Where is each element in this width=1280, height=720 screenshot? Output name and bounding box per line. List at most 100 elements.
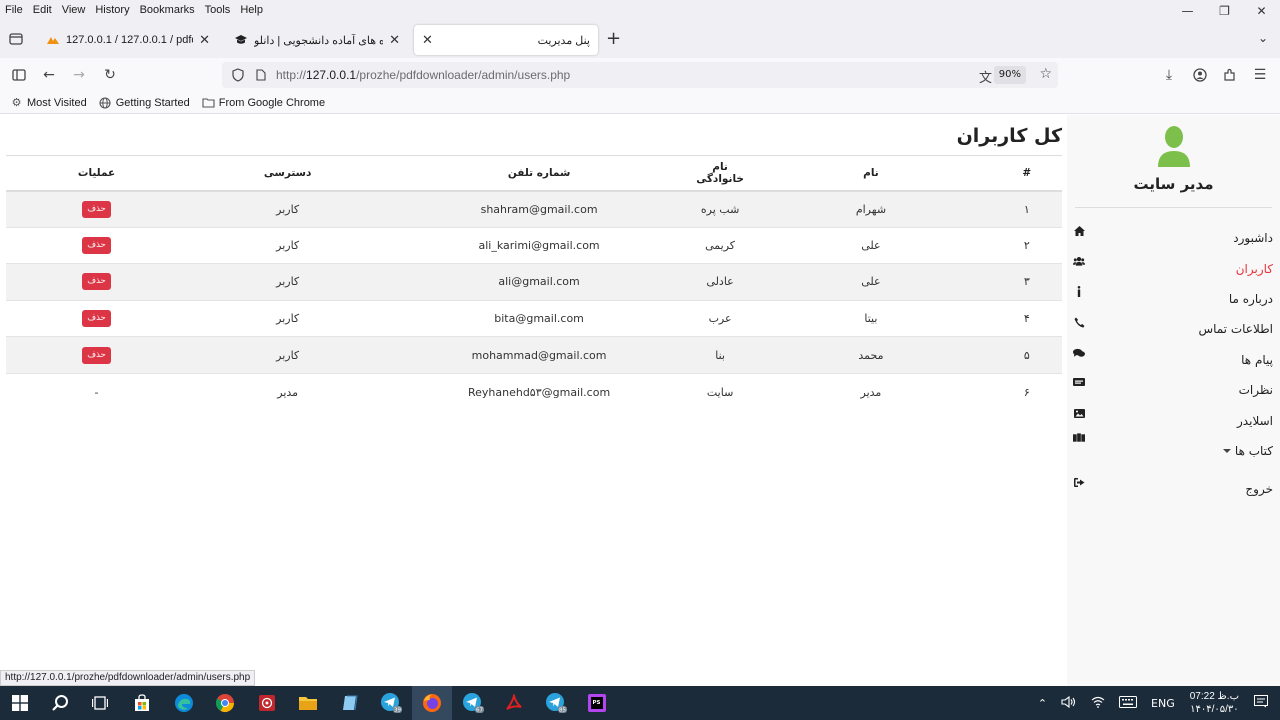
sidebar-item-contact[interactable]: اطلاعات تماس (1067, 314, 1280, 344)
volume-icon[interactable] (1061, 695, 1077, 711)
keyboard-icon[interactable] (1119, 695, 1138, 711)
notepad-icon[interactable] (330, 686, 370, 720)
notification-icon[interactable] (1254, 695, 1268, 711)
sidebar-item-dashboard[interactable]: داشبورد (1067, 223, 1280, 253)
tab-close-icon[interactable]: ✕ (389, 32, 400, 48)
minimize-icon[interactable]: — (1169, 0, 1206, 22)
sidebar-item-books[interactable]: کتاب ها (1067, 433, 1280, 466)
sidebar-item-users[interactable]: کاربران (1067, 253, 1280, 283)
delete-button[interactable]: حذف (82, 273, 111, 291)
telegram-icon[interactable]: 39 (371, 686, 411, 720)
bookmark-getting-started[interactable]: Getting Started (99, 96, 190, 109)
telegram-icon-3[interactable]: 85 (536, 686, 576, 720)
chevron-up-icon[interactable]: ⌃ (1038, 697, 1047, 710)
tab-student-projects[interactable]: پروژه های آماده دانشجویی | دانلو ✕ (226, 25, 408, 55)
tab-phpmyadmin[interactable]: 127.0.0.1 / 127.0.0.1 / pdfdownl ✕ (38, 25, 218, 55)
menu-tools[interactable]: Tools (205, 4, 231, 16)
app-red-icon[interactable] (247, 686, 287, 720)
cell-access: کاربر (187, 263, 389, 301)
bookmarks-toolbar: ⚙ Most Visited Getting Started From Goog… (0, 92, 1280, 114)
delete-button[interactable]: حذف (82, 310, 111, 328)
sidebar-item-label: درباره ما (1228, 291, 1273, 306)
chevron-down-icon[interactable]: ⌄ (1258, 31, 1268, 45)
maximize-icon[interactable]: ❐ (1206, 0, 1243, 22)
cell-operations: حذف (6, 226, 188, 264)
menu-help[interactable]: Help (240, 4, 263, 16)
sidebar-item-logout[interactable]: خروج (1067, 474, 1280, 504)
tab-admin-panel[interactable]: پنل مدیریت ✕ (414, 25, 598, 55)
cell-number: ۱ (991, 190, 1062, 228)
telegram-icon-2[interactable]: 67 (453, 686, 493, 720)
forward-icon[interactable]: → (70, 66, 88, 84)
tab-title: پنل مدیریت (537, 34, 590, 47)
language-indicator[interactable]: ENG (1151, 697, 1175, 710)
tab-close-icon[interactable]: ✕ (199, 32, 210, 48)
store-icon[interactable] (122, 686, 162, 720)
close-icon[interactable]: ✕ (1243, 0, 1280, 22)
url-bar[interactable]: http://127.0.0.1/prozhe/pdfdownloader/ad… (222, 62, 1058, 88)
menu-bookmarks[interactable]: Bookmarks (140, 4, 195, 16)
new-tab-icon[interactable]: + (606, 29, 621, 49)
menu-view[interactable]: View (62, 4, 86, 16)
sidebar-item-comments[interactable]: نظرات (1067, 375, 1280, 405)
menu-file[interactable]: File (5, 4, 23, 16)
svg-text:PS: PS (593, 700, 601, 706)
delete-button[interactable]: حذف (82, 200, 111, 218)
phpstorm-icon[interactable]: PS (577, 686, 617, 720)
sidebar-toggle-icon[interactable] (10, 66, 28, 84)
windows-start-icon[interactable] (0, 686, 40, 720)
sidebar-item-label: پیام ها (1241, 352, 1273, 367)
page-title: کل کاربران (956, 125, 1062, 147)
chrome-icon[interactable] (205, 686, 245, 720)
back-icon[interactable]: ← (40, 66, 58, 84)
hamburger-menu-icon[interactable]: ☰ (1251, 66, 1269, 84)
tab-strip: 127.0.0.1 / 127.0.0.1 / pdfdownl ✕ پروژه… (0, 20, 1280, 58)
graduation-cap-icon (234, 33, 248, 47)
zoom-level[interactable]: 90% (993, 66, 1026, 84)
bookmark-folder-google-chrome[interactable]: From Google Chrome (202, 96, 325, 109)
comments-icon (1073, 347, 1085, 359)
sidebar-item-label: اطلاعات تماس (1198, 322, 1273, 337)
cell-number: ۵ (991, 336, 1062, 374)
info-icon (1073, 286, 1085, 298)
reload-icon[interactable]: ↻ (101, 66, 119, 84)
translate-icon[interactable]: 文 (979, 67, 992, 86)
cell-operations: حذف (6, 190, 188, 228)
wifi-icon[interactable] (1091, 696, 1105, 711)
admin-sidebar: مدیر سایت داشبورد کاربران درباره ما اطلا… (1067, 115, 1280, 686)
edge-icon[interactable] (164, 686, 204, 720)
delete-button[interactable]: حذف (82, 236, 111, 254)
cell-phone: shahram@gmail.com (388, 190, 690, 228)
col-header-first-name: نام (750, 155, 992, 192)
gear-icon: ⚙ (11, 97, 22, 109)
cell-number: ۶ (991, 372, 1062, 411)
firefox-icon[interactable] (412, 686, 452, 720)
sidebar-item-slider[interactable]: اسلایدر (1067, 405, 1280, 435)
url-text[interactable]: http://127.0.0.1/prozhe/pdfdownloader/ad… (276, 68, 570, 82)
globe-icon (99, 96, 112, 109)
search-icon[interactable] (40, 686, 80, 720)
tab-close-icon[interactable]: ✕ (422, 32, 433, 48)
sidebar-item-messages[interactable]: پیام ها (1067, 345, 1280, 375)
delete-button[interactable]: حذف (82, 346, 111, 364)
extensions-icon[interactable] (1221, 66, 1239, 84)
cell-first-name: مدیر (750, 372, 992, 411)
download-icon[interactable]: ⤓ (1160, 66, 1178, 84)
account-icon[interactable] (1191, 66, 1209, 84)
bookmark-most-visited[interactable]: ⚙ Most Visited (10, 96, 87, 110)
cell-first-name: علی (750, 263, 992, 301)
admin-profile: مدیر سایت (1067, 125, 1280, 193)
task-view-icon[interactable] (80, 686, 120, 720)
shield-icon[interactable] (230, 68, 246, 82)
sign-out-icon (1073, 476, 1085, 488)
bookmark-star-icon[interactable]: ☆ (1039, 66, 1052, 82)
clock[interactable]: 07:22 ب.ظ ۱۴۰۴/۰۵/۳۰ (1190, 690, 1239, 716)
file-explorer-icon[interactable] (288, 686, 328, 720)
acrobat-icon[interactable] (494, 686, 534, 720)
menu-history[interactable]: History (95, 4, 129, 16)
sidebar-item-about[interactable]: درباره ما (1067, 284, 1280, 314)
cell-phone: mohammad@gmail.com (388, 336, 690, 374)
tab-list-icon[interactable] (6, 29, 26, 49)
page-icon[interactable] (254, 69, 268, 81)
menu-edit[interactable]: Edit (33, 4, 52, 16)
